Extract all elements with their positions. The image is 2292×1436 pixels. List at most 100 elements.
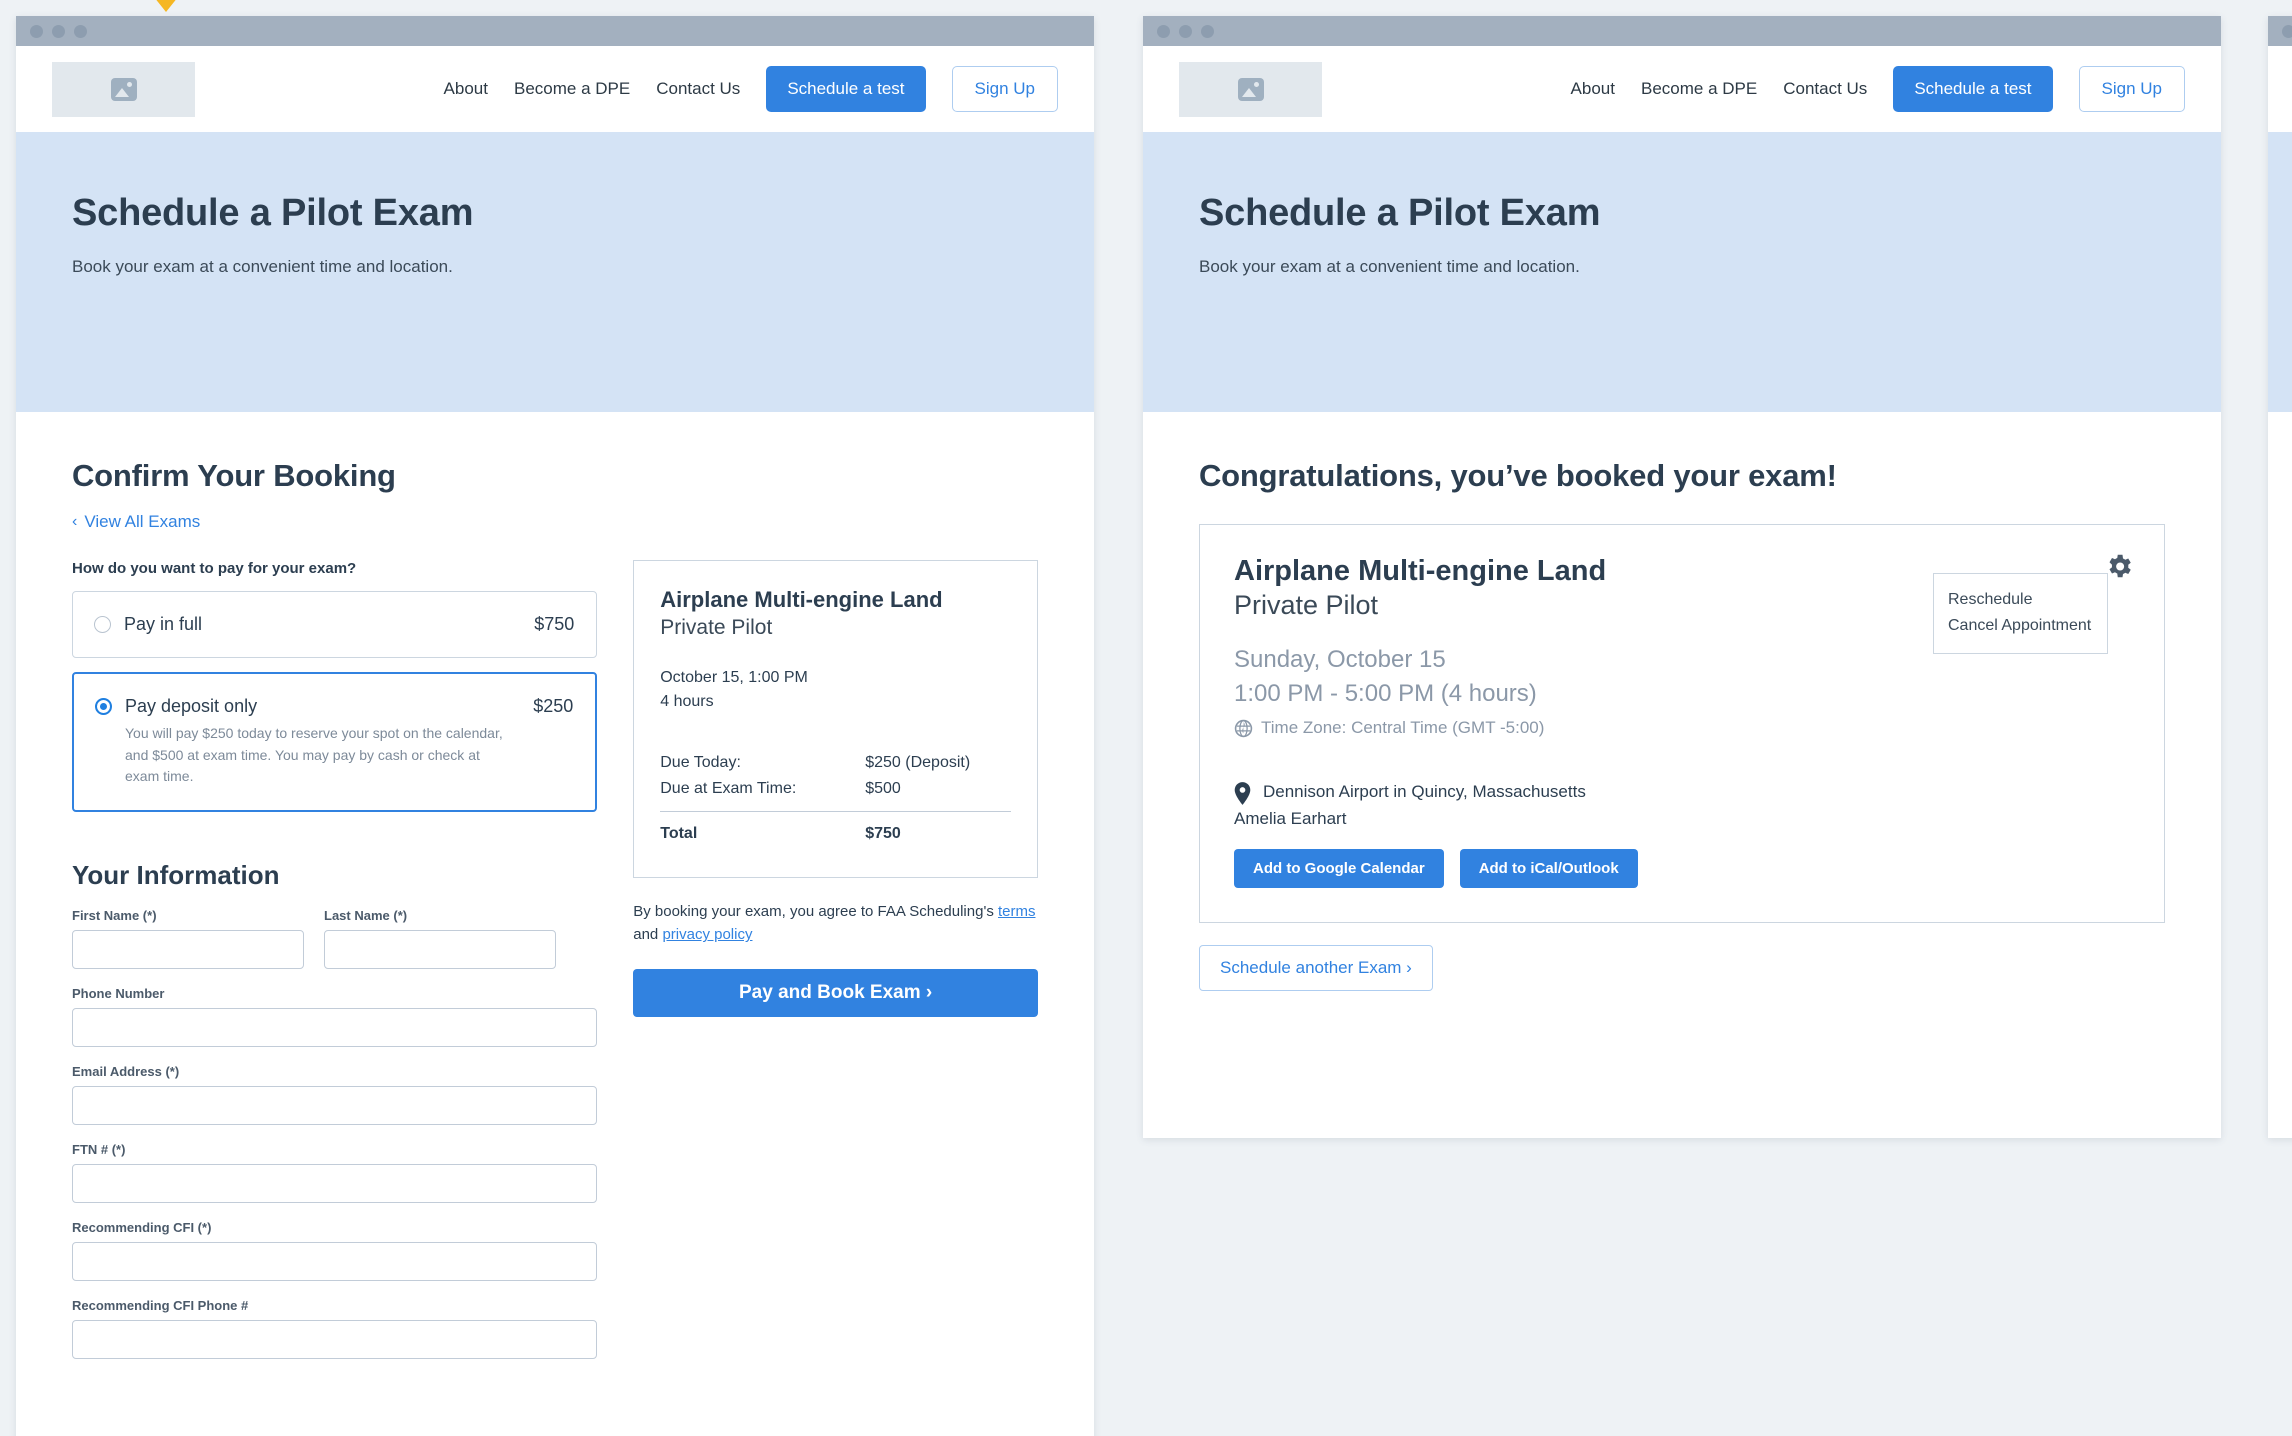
window-minimize-dot[interactable] (1179, 24, 1192, 38)
appointment-actions-menu: Reschedule Cancel Appointment (1933, 573, 2108, 655)
total-label: Total (660, 824, 698, 842)
nav-link-become-a-dpe[interactable]: Become a DPE (1641, 79, 1757, 99)
browser-window-booking: About Become a DPE Contact Us Schedule a… (16, 16, 1094, 1436)
screenshot-stage: About Become a DPE Contact Us Schedule a… (0, 0, 2292, 1436)
due-at-exam-label: Due at Exam Time: (660, 780, 797, 798)
terms-and-text: and (633, 926, 659, 944)
radio-pay-deposit-only[interactable] (95, 698, 112, 715)
calendar-buttons-row: Add to Google Calendar Add to iCal/Outlo… (1234, 849, 2130, 889)
view-all-exams-link[interactable]: ‹ View All Exams (72, 512, 200, 532)
pay-option-deposit-only[interactable]: Pay deposit only $250 You will pay $250 … (72, 672, 598, 813)
chevron-left-icon: ‹ (72, 513, 78, 530)
image-placeholder-icon (1237, 77, 1264, 101)
email-address-label: Email Address (*) (72, 1064, 180, 1080)
booking-columns: How do you want to pay for your exam? Pa… (72, 560, 1038, 1360)
schedule-another-exam-button[interactable]: Schedule another Exam › (1199, 945, 1433, 992)
nav-link-become-a-dpe[interactable]: Become a DPE (514, 79, 630, 99)
window-maximize-dot[interactable] (1201, 24, 1214, 38)
email-address-input[interactable] (72, 1086, 598, 1126)
page-subtitle: Book your exam at a convenient time and … (72, 257, 453, 276)
price-row-due-today: Due Today: $250 (Deposit) (660, 750, 1011, 776)
total-value: $750 (865, 824, 901, 842)
sign-up-button[interactable]: Sign Up (2078, 66, 2185, 112)
summary-exam-level: Private Pilot (660, 616, 773, 639)
phone-number-input[interactable] (72, 1008, 598, 1048)
first-name-input[interactable] (72, 930, 304, 970)
browser-window-partial (2268, 16, 2292, 1138)
nav-link-about[interactable]: About (444, 79, 488, 99)
add-to-ical-outlook-button[interactable]: Add to iCal/Outlook (1459, 849, 1638, 889)
browser-window-confirmation: About Become a DPE Contact Us Schedule a… (1143, 16, 2221, 1138)
nav-link-contact-us[interactable]: Contact Us (656, 79, 740, 99)
pay-option-pay-in-full[interactable]: Pay in full $750 (72, 591, 598, 658)
partial-body (2268, 412, 2292, 458)
radio-pay-in-full[interactable] (94, 616, 111, 633)
navbar-right-group: About Become a DPE Contact Us Schedule a… (1571, 66, 2185, 112)
recommending-cfi-input[interactable] (72, 1242, 598, 1282)
image-placeholder-icon (110, 77, 137, 101)
window-close-dot[interactable] (1157, 24, 1170, 38)
location-row: Dennison Airport in Quincy, Massachusett… (1234, 782, 2130, 805)
add-to-google-calendar-button[interactable]: Add to Google Calendar (1234, 849, 1444, 889)
logo-placeholder[interactable] (1179, 61, 1322, 117)
timezone-label: Time Zone: Central Time (GMT -5:00) (1261, 718, 1545, 738)
last-name-label: Last Name (*) (324, 908, 408, 924)
pay-in-full-price: $750 (534, 614, 575, 634)
payment-question-label: How do you want to pay for your exam? (72, 560, 357, 577)
pay-and-book-exam-button[interactable]: Pay and Book Exam › (633, 968, 1038, 1017)
recommending-cfi-label: Recommending CFI (*) (72, 1220, 212, 1236)
pay-deposit-only-label: Pay deposit only (125, 696, 258, 716)
schedule-a-test-button[interactable]: Schedule a test (766, 66, 926, 112)
view-all-exams-label: View All Exams (84, 512, 201, 531)
last-name-field-group: Last Name (*) (324, 908, 556, 970)
terms-link[interactable]: terms (998, 903, 1036, 920)
recommending-cfi-phone-input[interactable] (72, 1320, 598, 1360)
window-close-dot[interactable] (30, 24, 43, 38)
sign-up-button[interactable]: Sign Up (951, 66, 1058, 112)
window-close-dot[interactable] (2282, 24, 2292, 38)
gear-icon[interactable] (2104, 551, 2134, 581)
due-today-value: $250 (Deposit) (865, 754, 971, 771)
menu-item-reschedule[interactable]: Reschedule (1948, 587, 2107, 613)
page-subtitle: Book your exam at a convenient time and … (1199, 257, 1580, 276)
recommending-cfi-phone-label: Recommending CFI Phone # (72, 1298, 249, 1314)
price-row-total: Total $750 (660, 821, 1011, 847)
order-summary-card: Airplane Multi-engine Land Private Pilot… (633, 560, 1038, 879)
privacy-policy-link[interactable]: privacy policy (662, 926, 752, 943)
ftn-number-label: FTN # (*) (72, 1142, 126, 1158)
booking-body: Confirm Your Booking ‹ View All Exams Ho… (16, 412, 1094, 1360)
confirmed-time-range: 1:00 PM - 5:00 PM (4 hours) (1234, 680, 1537, 708)
total-divider: Total $750 (660, 810, 1011, 847)
globe-icon (1234, 719, 1253, 737)
summary-exam-title: Airplane Multi-engine Land (660, 587, 943, 612)
logo-placeholder[interactable] (52, 61, 195, 117)
menu-item-cancel-appointment[interactable]: Cancel Appointment (1948, 613, 2107, 639)
pay-deposit-only-description: You will pay $250 today to reserve your … (125, 725, 503, 785)
summary-duration: 4 hours (660, 693, 714, 710)
summary-price-rows: Due Today: $250 (Deposit) Due at Exam Ti… (660, 750, 1011, 847)
window-maximize-dot[interactable] (74, 24, 87, 38)
nav-link-contact-us[interactable]: Contact Us (1783, 79, 1867, 99)
map-pin-icon (1234, 782, 1251, 805)
window-chrome-bar (2268, 16, 2292, 46)
last-name-input[interactable] (324, 930, 556, 970)
congratulations-heading: Congratulations, you’ve booked your exam… (1199, 458, 1837, 493)
ftn-number-input[interactable] (72, 1164, 598, 1204)
due-at-exam-value: $500 (865, 780, 901, 798)
summary-datetime: October 15, 1:00 PM (660, 669, 808, 686)
booking-right-column: Airplane Multi-engine Land Private Pilot… (633, 560, 1038, 1359)
pay-option-row: Pay deposit only $250 (95, 696, 573, 717)
first-name-field-group: First Name (*) (72, 908, 304, 970)
your-information-heading: Your Information (72, 860, 280, 891)
hero-banner: Schedule a Pilot Exam Book your exam at … (16, 132, 1094, 412)
cursor-pointer-marker (150, 0, 182, 12)
window-minimize-dot[interactable] (52, 24, 65, 38)
cfi-field-group: Recommending CFI (*) (72, 1220, 598, 1282)
phone-field-group: Phone Number (72, 986, 598, 1048)
hero-banner (2268, 132, 2292, 412)
schedule-a-test-button[interactable]: Schedule a test (1893, 66, 2053, 112)
name-fields-row: First Name (*) Last Name (*) (72, 908, 597, 970)
location-label: Dennison Airport in Quincy, Massachusett… (1263, 782, 1586, 802)
terms-disclaimer: By booking your exam, you agree to FAA S… (633, 900, 1038, 947)
nav-link-about[interactable]: About (1571, 79, 1615, 99)
